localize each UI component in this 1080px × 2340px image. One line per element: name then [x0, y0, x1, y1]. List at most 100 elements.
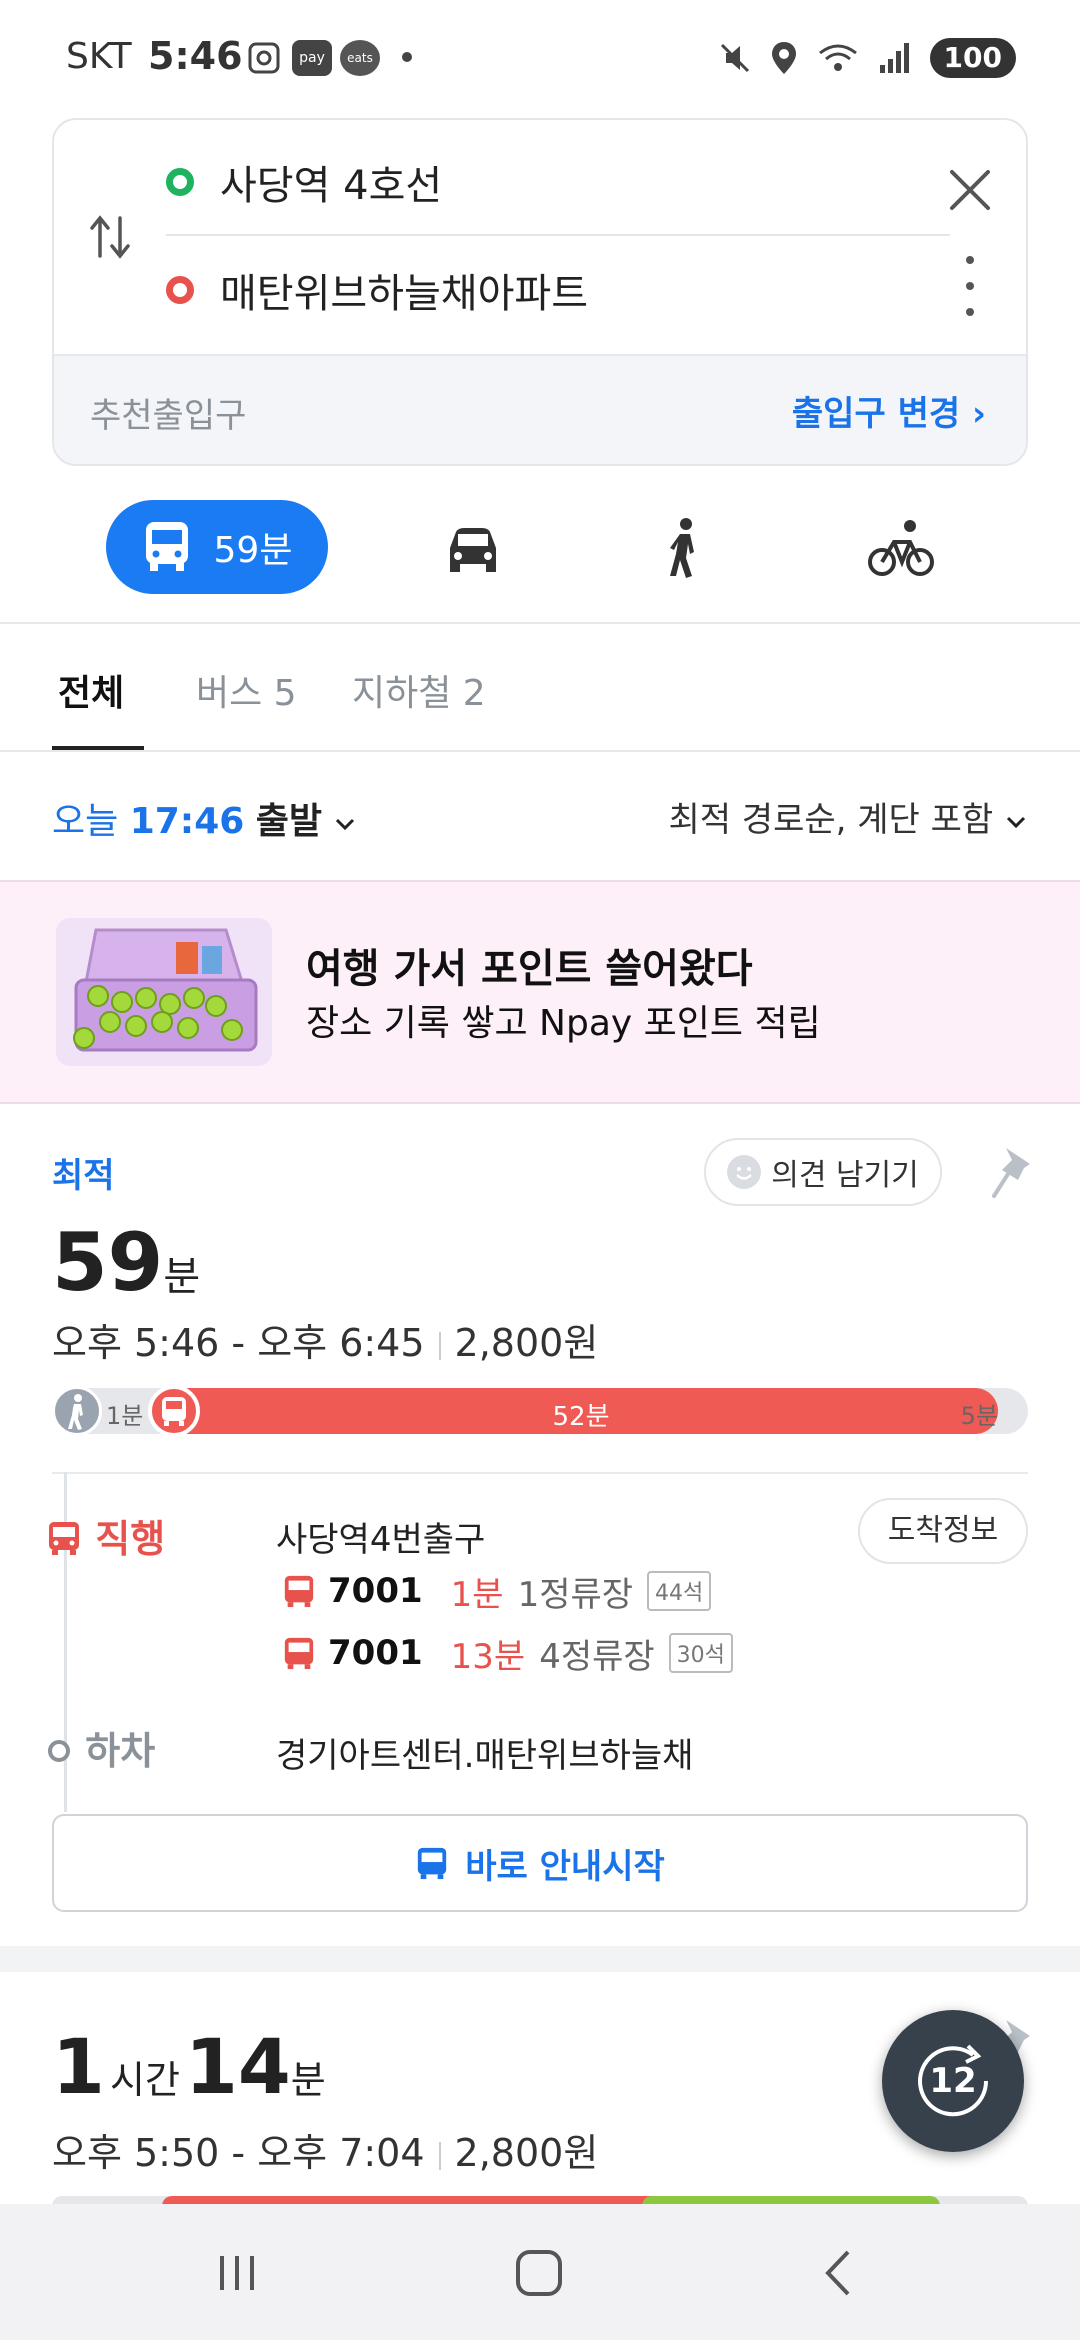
feedback-button[interactable]: 의견 남기기 — [704, 1138, 942, 1206]
walk-icon — [52, 1386, 102, 1436]
recent-apps-icon[interactable] — [202, 2238, 272, 2308]
duration-minutes: 14 — [185, 2022, 291, 2111]
smile-icon — [727, 1155, 762, 1189]
signal-icon — [879, 43, 909, 73]
walk-icon[interactable] — [650, 514, 720, 584]
departure-day: 오늘 — [52, 801, 119, 842]
walk-before-label: 1분 — [106, 1402, 144, 1430]
tab-all[interactable]: 전체 — [58, 664, 124, 716]
time-range-text: 오후 5:50 - 오후 7:04 — [52, 2131, 425, 2175]
filter-tabs: 전체 버스 5 지하철 2 — [0, 628, 1080, 752]
status-bar: SKT 5:46 pay eats 100 — [0, 0, 1080, 110]
battery-icon: 100 — [929, 38, 1016, 78]
time-range-text: 오후 5:46 - 오후 6:45 — [52, 1321, 425, 1365]
home-icon[interactable] — [504, 2238, 574, 2308]
more-options-icon[interactable] — [964, 256, 976, 326]
ad-subtitle: 장소 기록 쌓고 Npay 포인트 적립 — [306, 1003, 821, 1044]
alight-kind-label: 하차 — [85, 1729, 156, 1773]
notification-dot-icon — [402, 52, 412, 62]
bus-icon — [145, 522, 188, 571]
refresh-icon — [918, 2044, 989, 2117]
route-result-card[interactable]: 최적 의견 남기기 59분 오후 5:46 - 오후 6:45 2,800원 1분… — [0, 1106, 1080, 1946]
steps-divider — [52, 1472, 1028, 1474]
close-icon[interactable] — [940, 160, 1000, 220]
origin-text: 사당역 4호선 — [220, 163, 443, 209]
bus-seats: 44석 — [647, 1571, 712, 1611]
bus-eta: 13분 — [450, 1636, 526, 1677]
change-exit-link[interactable]: 출입구 변경 › — [792, 386, 986, 435]
fare-separator — [438, 2141, 441, 2170]
tab-bus[interactable]: 버스 5 — [196, 664, 297, 716]
mode-divider — [0, 622, 1080, 624]
exit-footer: 추천출입구 출입구 변경 › — [54, 354, 1026, 464]
origin-field[interactable]: 사당역 4호선 — [166, 142, 946, 222]
mode-transit-button[interactable]: 59분 — [106, 500, 328, 594]
bus-stops-away: 1정류장 — [517, 1574, 634, 1615]
bus-icon — [284, 1637, 314, 1670]
fare-text: 2,800원 — [454, 1321, 599, 1365]
transit-time-label: 59분 — [213, 530, 293, 571]
tab-subway[interactable]: 지하철 2 — [352, 664, 486, 716]
route-time-range: 오후 5:46 - 오후 6:45 2,800원 — [52, 1312, 598, 1367]
bus-eta: 1분 — [450, 1574, 504, 1615]
start-navigation-label: 바로 안내시작 — [465, 1846, 665, 1887]
bus-icon — [148, 1385, 200, 1437]
departure-options: 오늘 17:46 출발 최적 경로순, 계단 포함 — [0, 762, 1080, 878]
best-route-badge: 최적 — [52, 1156, 115, 1196]
board-kind-label: 직행 — [95, 1517, 166, 1561]
back-icon[interactable] — [806, 2238, 876, 2308]
pin-icon[interactable] — [988, 1144, 1038, 1204]
refresh-button[interactable]: 12 — [882, 2010, 1024, 2152]
bus-option-row[interactable]: 7001 13분 4정류장 30석 — [282, 1628, 733, 1678]
sort-label: 최적 경로순, 계단 포함 — [668, 800, 994, 840]
screenshot-icon — [248, 42, 280, 74]
duration-value: 59 — [52, 1216, 164, 1309]
departure-time-selector[interactable]: 오늘 17:46 출발 — [52, 792, 357, 844]
route-input-card: 사당역 4호선 매탄위브하늘채아파트 추천출입구 출입구 변경 › — [52, 118, 1028, 466]
bus-option-row[interactable]: 7001 1분 1정류장 44석 — [282, 1566, 712, 1616]
route-segment-bar: 1분 52분 5분 — [52, 1385, 1028, 1437]
bus-icon — [49, 1522, 79, 1555]
chevron-down-icon — [336, 818, 355, 831]
destination-marker-icon — [166, 276, 194, 304]
arrival-info-button[interactable]: 도착정보 — [858, 1498, 1028, 1564]
departure-action: 출발 — [255, 801, 322, 842]
alight-step-kind: 하차 — [46, 1720, 155, 1775]
fare-text: 2,800원 — [454, 2131, 599, 2175]
route-time-range: 오후 5:50 - 오후 7:04 2,800원 — [52, 2122, 598, 2177]
duration-hours: 1 — [52, 2022, 105, 2111]
feedback-label: 의견 남기기 — [771, 1158, 919, 1193]
walk-after-label: 5분 — [960, 1402, 998, 1430]
departure-time: 17:46 — [129, 801, 245, 842]
duration-hours-unit: 시간 — [109, 2058, 180, 2102]
bus-icon — [418, 1847, 447, 1880]
bicycle-icon[interactable] — [866, 514, 936, 584]
destination-field[interactable]: 매탄위브하늘채아파트 — [166, 250, 946, 330]
bus-seats: 30석 — [668, 1633, 733, 1673]
route-duration: 59분 — [52, 1216, 200, 1309]
status-icons: 100 — [718, 38, 1016, 78]
board-step-kind: 직행 — [46, 1508, 165, 1563]
bus-number: 7001 — [328, 1571, 423, 1611]
car-icon[interactable] — [438, 514, 508, 584]
start-navigation-button[interactable]: 바로 안내시작 — [52, 1814, 1028, 1912]
chevron-down-icon — [1006, 816, 1026, 829]
fare-separator — [438, 1331, 441, 1360]
alight-stop: 경기아트센터.매탄위브하늘채 — [276, 1736, 694, 1776]
swap-icon[interactable] — [88, 212, 132, 262]
section-gap — [0, 1946, 1080, 1972]
carrier-label: SKT — [66, 36, 132, 77]
pay-icon: pay — [292, 40, 332, 76]
duration-unit: 분 — [163, 1254, 201, 1300]
alight-marker-icon — [48, 1740, 70, 1762]
ad-title: 여행 가서 포인트 쓸어왔다 — [306, 946, 753, 992]
destination-text: 매탄위브하늘채아파트 — [220, 271, 588, 317]
mute-icon — [720, 43, 749, 73]
ad-banner[interactable]: 여행 가서 포인트 쓸어왔다 장소 기록 쌓고 Npay 포인트 적립 — [0, 880, 1080, 1104]
tabs-divider — [0, 750, 1080, 752]
sort-selector[interactable]: 최적 경로순, 계단 포함 — [668, 792, 1028, 841]
eats-icon: eats — [340, 40, 380, 76]
bus-ride-label: 52분 — [552, 1402, 610, 1432]
duration-minutes-unit: 분 — [290, 2058, 326, 2102]
location-icon — [771, 42, 796, 74]
